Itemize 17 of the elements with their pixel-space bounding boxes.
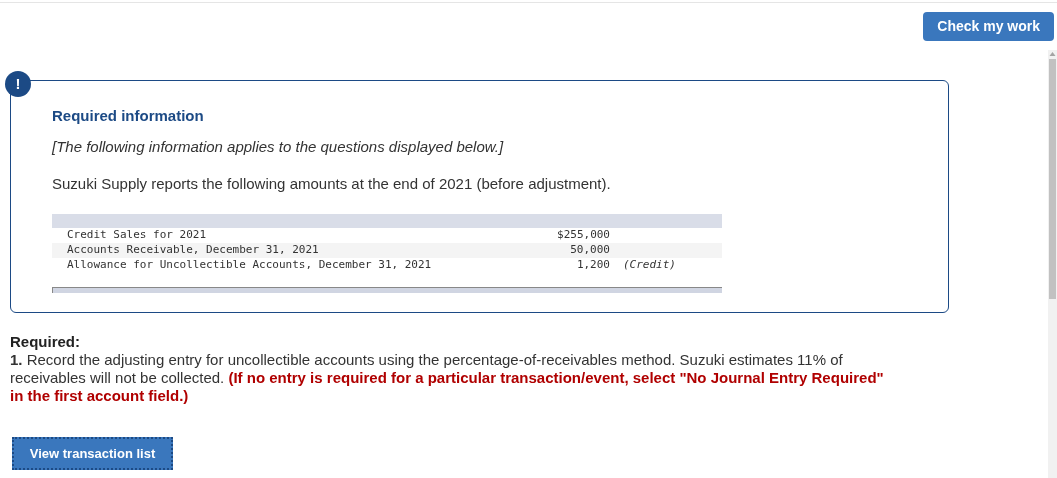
row-note: (Credit) — [623, 256, 676, 273]
scrollbar[interactable] — [1048, 50, 1057, 478]
row-label: Accounts Receivable, December 31, 2021 — [66, 241, 320, 258]
row-label: Credit Sales for 2021 — [66, 226, 208, 243]
row-amount: $255,000 — [556, 226, 610, 243]
required-heading: Required: — [10, 333, 81, 351]
card-title: Required information — [52, 106, 205, 126]
card-intro: Suzuki Supply reports the following amounts at the end of 2021 (before adjustment). — [52, 174, 612, 194]
card-note: [The following information applies to the questions displayed below.] — [52, 136, 505, 157]
scroll-up-arrow-icon[interactable] — [1048, 50, 1057, 58]
view-transaction-list-button[interactable]: View transaction list — [12, 437, 173, 470]
row-amount: 50,000 — [569, 241, 610, 258]
row-label: Allowance for Uncollectible Accounts, December 31, 2021 — [66, 256, 433, 273]
requirement-text: 1. Record the adjusting entry for uncollectible accounts using the percentage-of-receivables method. Suzuki estimates 11% of receivables will not be collected. (If no entry is required for a particular transaction/event, select "No Journal Entry Required" in the first account field.) — [10, 351, 885, 405]
row-amount: 1,200 — [575, 256, 610, 273]
check-my-work-button[interactable]: Check my work — [923, 12, 1054, 41]
alert-icon: ! — [5, 71, 31, 97]
